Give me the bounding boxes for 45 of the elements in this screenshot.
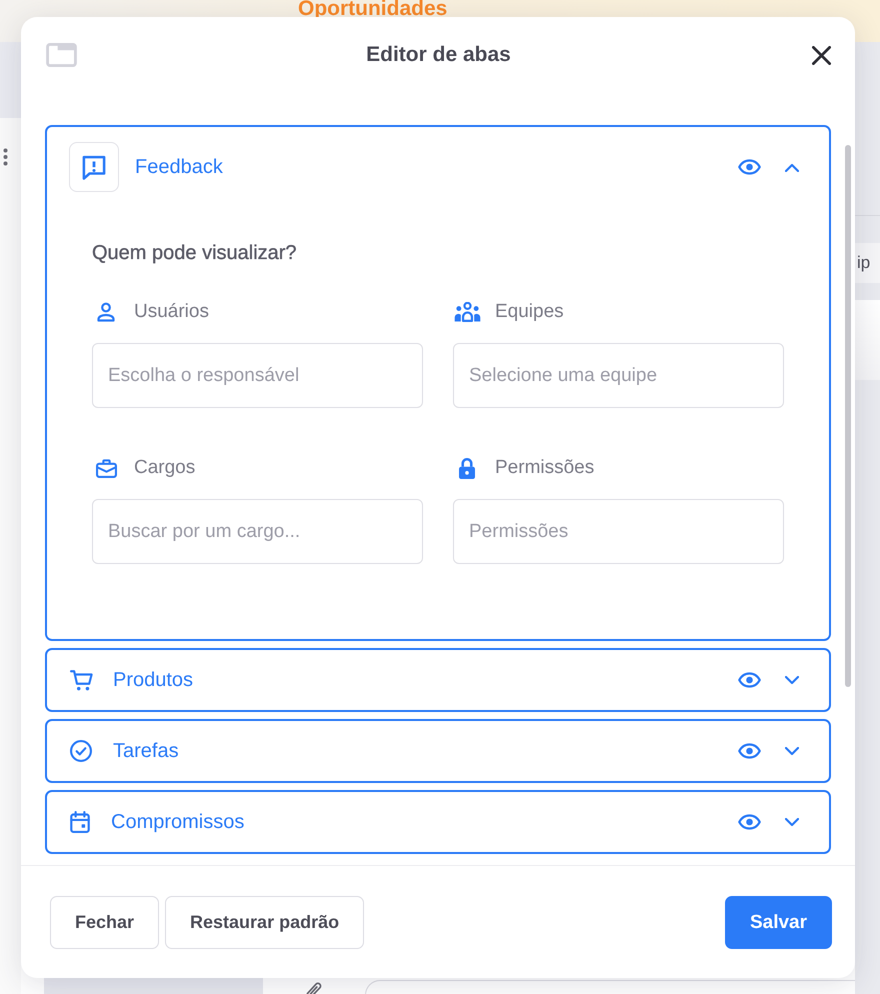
person-icon — [97, 302, 115, 322]
field-label: Equipes — [495, 300, 564, 324]
tab-card[interactable]: Tarefas — [45, 719, 831, 783]
close-icon[interactable] — [812, 46, 831, 64]
eye-icon[interactable] — [738, 159, 761, 175]
more-vertical-icon[interactable] — [3, 148, 8, 166]
input-field[interactable]: Permissões — [453, 499, 784, 564]
field-label: Usuários — [134, 300, 209, 324]
message-field[interactable] — [365, 980, 855, 994]
input-field[interactable]: Escolha o responsável — [92, 343, 423, 408]
eye-icon[interactable] — [738, 814, 761, 830]
text-field[interactable]: ip — [855, 243, 880, 283]
tab-card[interactable]: Produtos — [45, 648, 831, 712]
paperclip-icon[interactable] — [306, 980, 322, 994]
eye-icon[interactable] — [738, 672, 761, 688]
chevron-up-icon[interactable] — [785, 162, 799, 172]
input-field[interactable]: Selecione uma equipe — [453, 343, 784, 408]
page-title: Oportunidades — [298, 0, 448, 17]
scrollbar-thumb[interactable] — [845, 145, 851, 687]
calendar-icon — [70, 811, 90, 833]
dialog-title: Editor de abas — [366, 42, 511, 68]
group-icon — [454, 302, 480, 322]
lock-icon — [459, 458, 475, 478]
tab-card[interactable]: Compromissos — [45, 790, 831, 854]
check-circle-icon — [70, 740, 92, 762]
save-button[interactable]: Salvar — [724, 896, 832, 949]
section-title: Quem pode visualizar? — [92, 241, 297, 265]
chevron-down-icon[interactable] — [785, 746, 799, 756]
secondary-button[interactable]: Restaurar padrão — [165, 896, 364, 949]
window-icon — [46, 43, 77, 67]
tab-label: Feedback — [135, 155, 223, 179]
chevron-down-icon[interactable] — [785, 818, 799, 826]
briefcase-icon — [96, 458, 116, 478]
tab-label: Produtos — [113, 668, 194, 692]
field-label: Cargos — [134, 456, 196, 480]
eye-icon[interactable] — [738, 743, 761, 759]
chevron-down-icon[interactable] — [785, 676, 799, 684]
alert-bubble-icon — [69, 142, 119, 192]
input-field[interactable]: Buscar por um cargo... — [92, 499, 423, 564]
tab-card[interactable]: Feedback Quem pode visualizar? Usuários Escolha o responsável Equipes Selecione uma equipe Cargos Buscar por um cargo... Permissões Permissões — [45, 125, 831, 641]
tab-label: Compromissos — [111, 810, 244, 834]
secondary-button[interactable]: Fechar — [50, 896, 160, 949]
cart-icon — [70, 670, 94, 690]
field-label: Permissões — [495, 456, 594, 480]
tab-label: Tarefas — [113, 739, 179, 763]
